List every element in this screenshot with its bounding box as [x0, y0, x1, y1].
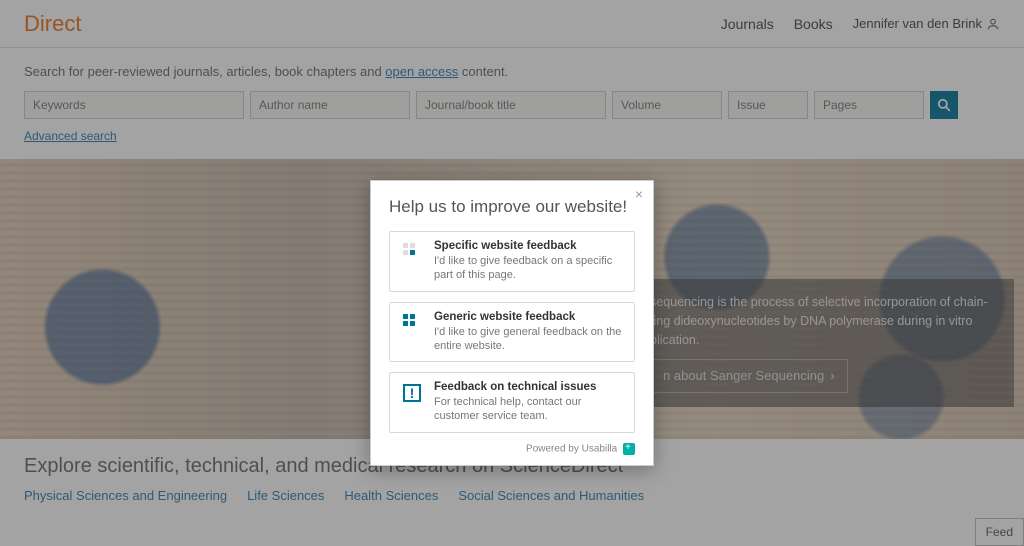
close-icon[interactable]: × — [635, 187, 643, 201]
powered-by: Powered by Usabilla — [389, 443, 635, 455]
feedback-option-specific[interactable]: Specific website feedback I'd like to gi… — [389, 231, 635, 292]
usabilla-icon — [623, 443, 635, 455]
svg-text:!: ! — [410, 385, 415, 401]
fb-desc: I'd like to give general feedback on the… — [434, 325, 624, 354]
feedback-modal: × Help us to improve our website! Specif… — [370, 180, 654, 466]
technical-issue-icon: ! — [400, 381, 424, 405]
modal-title: Help us to improve our website! — [389, 197, 635, 217]
feedback-option-technical[interactable]: ! Feedback on technical issues For techn… — [389, 372, 635, 433]
fb-title: Feedback on technical issues — [434, 381, 624, 393]
fb-title: Generic website feedback — [434, 311, 624, 323]
generic-feedback-icon — [400, 311, 424, 335]
feedback-option-generic[interactable]: Generic website feedback I'd like to giv… — [389, 302, 635, 363]
fb-desc: I'd like to give feedback on a specific … — [434, 254, 624, 283]
specific-feedback-icon — [400, 240, 424, 264]
powered-label: Powered by Usabilla — [526, 443, 617, 454]
fb-title: Specific website feedback — [434, 240, 624, 252]
fb-desc: For technical help, contact our customer… — [434, 395, 624, 424]
